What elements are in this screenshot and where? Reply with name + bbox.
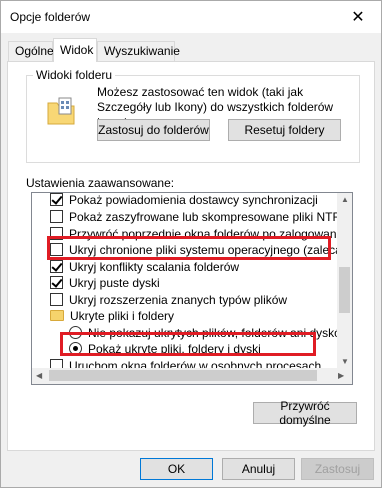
tab-label: Widok <box>60 43 94 57</box>
tab-view[interactable]: Widok <box>53 38 97 62</box>
list-item[interactable]: Pokaż zaszyfrowane lub skompresowane pli… <box>50 208 353 225</box>
tab-general[interactable]: Ogólne <box>8 41 54 61</box>
scroll-left-icon[interactable]: ◀ <box>36 371 42 380</box>
tab-label: Ogólne <box>15 44 54 58</box>
list-item-label: Ukryj puste dyski <box>69 275 160 290</box>
apply-button[interactable]: Zastosuj <box>301 458 374 480</box>
list-item-label: Ukryj rozszerzenia znanych typów plików <box>69 292 288 307</box>
checkbox[interactable] <box>50 293 63 306</box>
cancel-button[interactable]: Anuluj <box>222 458 295 480</box>
list-item-label: Ukryte pliki i foldery <box>70 308 175 323</box>
horizontal-scrollbar[interactable]: ◀ ▶ <box>32 368 352 384</box>
list-item-label: Ukryj konflikty scalania folderów <box>69 259 240 274</box>
window-title: Opcje folderów <box>10 10 91 24</box>
highlight-box <box>47 236 331 260</box>
folder-icon <box>50 310 64 321</box>
advanced-settings-label: Ustawienia zaawansowane: <box>26 176 175 190</box>
list-item[interactable]: Ukryj konflikty scalania folderów <box>50 258 352 275</box>
checkbox-checked[interactable] <box>50 260 63 273</box>
checkbox-checked[interactable] <box>50 276 63 289</box>
list-item[interactable]: Ukryj rozszerzenia znanych typów plików <box>50 291 352 308</box>
list-item-label: Pokaż powiadomienia dostawcy synchroniza… <box>69 192 318 207</box>
checkbox[interactable] <box>50 210 63 223</box>
folder-options-window: Opcje folderów ✕ Ogólne Widok Wyszukiwan… <box>0 0 382 488</box>
scroll-right-icon[interactable]: ▶ <box>338 371 344 380</box>
vertical-scroll-thumb[interactable] <box>339 267 350 313</box>
scroll-down-icon[interactable]: ▼ <box>341 357 349 366</box>
title-bar: Opcje folderów ✕ <box>1 1 381 33</box>
list-item[interactable]: Ukryj puste dyski <box>50 274 352 291</box>
scroll-up-icon[interactable]: ▲ <box>341 195 349 204</box>
close-button[interactable]: ✕ <box>335 1 381 33</box>
checkbox-checked[interactable] <box>50 193 63 206</box>
folder-view-icon <box>47 97 75 125</box>
ok-button[interactable]: OK <box>140 458 213 480</box>
tab-label: Wyszukiwanie <box>104 44 180 58</box>
highlight-box <box>60 332 316 356</box>
list-item[interactable]: Pokaż powiadomienia dostawcy synchroniza… <box>50 192 352 208</box>
apply-to-folders-button[interactable]: Zastosuj do folderów <box>97 119 210 141</box>
horizontal-scroll-thumb[interactable] <box>49 370 317 381</box>
tab-search[interactable]: Wyszukiwanie <box>97 41 180 61</box>
reset-folders-button[interactable]: Resetuj foldery <box>228 119 341 141</box>
restore-defaults-button[interactable]: Przywróć domyślne <box>253 399 357 427</box>
list-item-label: Pokaż zaszyfrowane lub skompresowane pli… <box>69 209 353 224</box>
vertical-scrollbar[interactable]: ▲ ▼ <box>337 193 352 369</box>
advanced-settings-list[interactable]: Pokaż powiadomienia dostawcy synchroniza… <box>31 192 353 385</box>
list-item: Ukryte pliki i foldery <box>50 307 352 324</box>
folder-views-title: Widoki folderu <box>33 68 116 82</box>
close-icon: ✕ <box>351 9 365 26</box>
